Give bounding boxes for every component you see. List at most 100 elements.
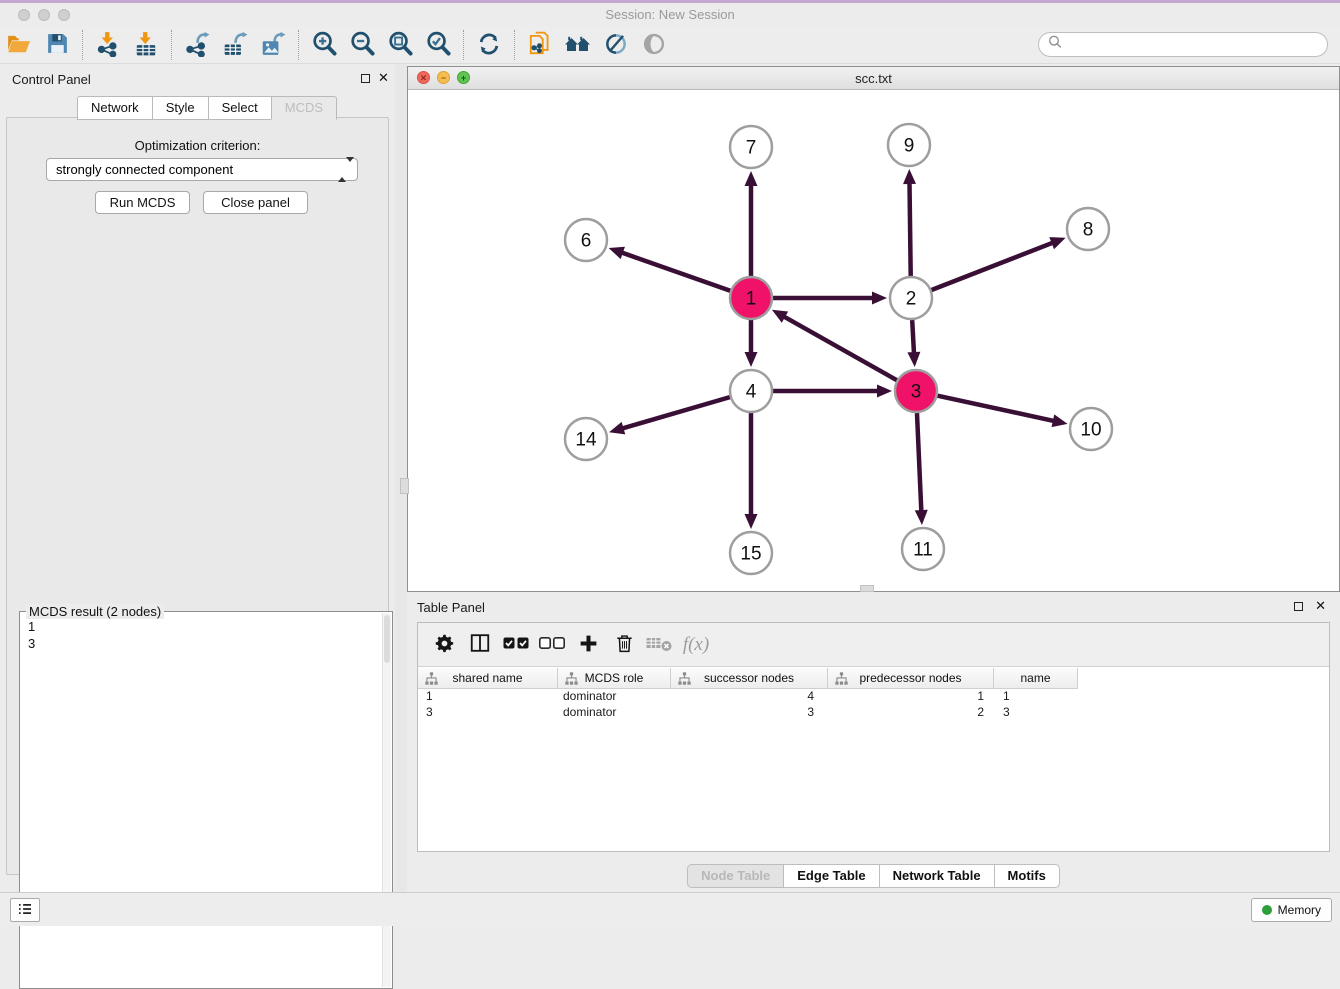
graph-node-8[interactable]: 8 — [1067, 208, 1109, 250]
table-panel-tabs: Node Table Edge Table Network Table Moti… — [407, 864, 1340, 888]
table-cell[interactable]: 1 — [828, 689, 994, 705]
table-row[interactable]: 1dominator411 — [418, 689, 1329, 705]
graph-edge-3-10[interactable] — [937, 396, 1054, 421]
tab-network-table[interactable]: Network Table — [879, 864, 994, 888]
table-cell[interactable]: 3 — [671, 705, 828, 721]
toolbar-separator — [514, 30, 515, 60]
table-settings-button[interactable] — [426, 628, 462, 662]
graph-edge-arrowhead — [609, 422, 625, 434]
memory-status-icon — [1262, 905, 1272, 915]
graph-node-4[interactable]: 4 — [730, 370, 772, 412]
column-header-mcds-role[interactable]: MCDS role — [558, 668, 671, 689]
graph-node-7[interactable]: 7 — [730, 126, 772, 168]
column-header-predecessor-nodes[interactable]: predecessor nodes — [828, 668, 994, 689]
zoom-fit-button[interactable] — [381, 29, 419, 61]
tab-edge-table[interactable]: Edge Table — [783, 864, 878, 888]
graph-edge-3-11[interactable] — [917, 413, 921, 512]
horizontal-scroll-nub[interactable] — [860, 585, 874, 592]
network-canvas[interactable]: 7 9 6 8 1 2 4 3 14 10 15 11 — [408, 90, 1339, 591]
zoom-in-button[interactable] — [305, 29, 343, 61]
tab-node-table[interactable]: Node Table — [687, 864, 783, 888]
add-column-button[interactable] — [570, 628, 606, 662]
delete-table-button[interactable] — [642, 628, 678, 662]
memory-button[interactable]: Memory — [1251, 898, 1332, 922]
graph-edge-3-1[interactable] — [783, 316, 897, 380]
open-folder-icon — [6, 31, 32, 60]
export-image-button[interactable] — [254, 29, 292, 61]
svg-text:15: 15 — [740, 544, 761, 565]
table-cell[interactable]: 1 — [994, 689, 1078, 705]
import-table-button[interactable] — [127, 29, 165, 61]
unchecked-boxes-icon — [539, 636, 566, 653]
table-cell[interactable]: dominator — [558, 705, 671, 721]
float-panel-icon[interactable] — [361, 74, 370, 83]
column-header-successor-nodes[interactable]: successor nodes — [671, 668, 828, 689]
search-box[interactable] — [1038, 32, 1328, 57]
select-all-columns-button[interactable] — [498, 628, 534, 662]
graph-node-14[interactable]: 14 — [565, 418, 607, 460]
eye-icon — [641, 31, 667, 60]
tab-style[interactable]: Style — [152, 96, 208, 120]
save-session-button[interactable] — [38, 29, 76, 61]
table-cell[interactable]: dominator — [558, 689, 671, 705]
graph-node-15[interactable]: 15 — [730, 532, 772, 574]
column-layout-button[interactable] — [462, 628, 498, 662]
tab-select[interactable]: Select — [208, 96, 271, 120]
network-window-titlebar[interactable]: ✕ − + scc.txt — [408, 67, 1339, 90]
delete-column-button[interactable] — [606, 628, 642, 662]
close-panel-button[interactable]: Close panel — [203, 191, 308, 214]
graph-node-2[interactable]: 2 — [890, 277, 932, 319]
tab-mcds[interactable]: MCDS — [271, 96, 337, 120]
refresh-button[interactable] — [470, 29, 508, 61]
column-header-shared-name[interactable]: shared name — [418, 668, 558, 689]
export-table-button[interactable] — [216, 29, 254, 61]
graph-node-10[interactable]: 10 — [1070, 408, 1112, 450]
graph-edge-2-9[interactable] — [909, 182, 910, 276]
vertical-scroll-nub[interactable] — [400, 478, 409, 494]
run-mcds-button[interactable]: Run MCDS — [95, 191, 190, 214]
tab-network[interactable]: Network — [77, 96, 152, 120]
graph-edge-2-3[interactable] — [912, 320, 914, 354]
node-table-container: f(x) shared name MCDS role successor nod… — [417, 622, 1330, 852]
table-cell[interactable]: 3 — [994, 705, 1078, 721]
hide-graphics-button[interactable] — [597, 29, 635, 61]
criterion-select[interactable]: strongly connected component — [46, 158, 358, 181]
toolbar-separator — [171, 30, 172, 60]
table-cell[interactable]: 2 — [828, 705, 994, 721]
home-button[interactable] — [559, 29, 597, 61]
task-history-button[interactable] — [10, 898, 40, 922]
network-file-button[interactable] — [521, 29, 559, 61]
graph-edge-4-14[interactable] — [622, 397, 730, 429]
float-table-panel-icon[interactable] — [1294, 602, 1303, 611]
table-cell[interactable]: 4 — [671, 689, 828, 705]
graph-node-3[interactable]: 3 — [895, 370, 937, 412]
graph-node-9[interactable]: 9 — [888, 124, 930, 166]
graph-node-11[interactable]: 11 — [902, 528, 944, 570]
memory-label: Memory — [1278, 903, 1321, 917]
zoom-in-icon — [311, 30, 338, 60]
table-cell[interactable]: 1 — [418, 689, 558, 705]
open-file-button[interactable] — [0, 29, 38, 61]
close-table-panel-icon[interactable]: ✕ — [1315, 601, 1326, 611]
zoom-out-button[interactable] — [343, 29, 381, 61]
tab-motifs[interactable]: Motifs — [994, 864, 1060, 888]
graph-edge-1-6[interactable] — [621, 252, 730, 290]
graph-edge-2-8[interactable] — [931, 242, 1053, 290]
result-scrollbar[interactable] — [382, 613, 391, 987]
deselect-all-columns-button[interactable] — [534, 628, 570, 662]
close-panel-icon[interactable]: ✕ — [378, 73, 389, 83]
search-input[interactable] — [1063, 35, 1327, 55]
checked-boxes-icon — [503, 636, 530, 653]
delete-table-icon — [646, 634, 674, 656]
column-header-name[interactable]: name — [994, 668, 1078, 689]
table-row[interactable]: 3dominator323 — [418, 705, 1329, 721]
import-network-button[interactable] — [89, 29, 127, 61]
graph-node-6[interactable]: 6 — [565, 219, 607, 261]
zoom-selected-button[interactable] — [419, 29, 457, 61]
show-graphics-button[interactable] — [635, 29, 673, 61]
export-network-button[interactable] — [178, 29, 216, 61]
graph-node-1[interactable]: 1 — [730, 277, 772, 319]
function-builder-button[interactable]: f(x) — [678, 628, 714, 662]
graph-edge-arrowhead — [609, 247, 625, 259]
table-cell[interactable]: 3 — [418, 705, 558, 721]
